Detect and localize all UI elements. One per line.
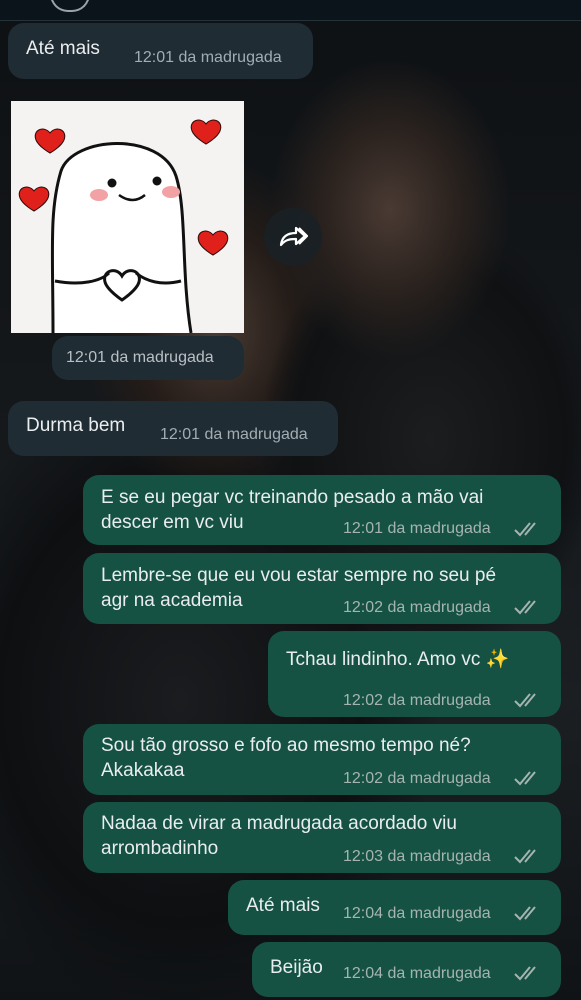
double-check-icon bbox=[514, 600, 536, 615]
message-time: 12:02 da madrugada bbox=[343, 599, 491, 616]
message-text: Tchau lindinho. Amo vc ✨ bbox=[286, 649, 510, 670]
message-text: Beijão bbox=[270, 957, 323, 978]
double-check-icon bbox=[514, 966, 536, 981]
forward-icon bbox=[279, 226, 308, 247]
message-text: Durma bem bbox=[26, 415, 126, 436]
heart-icon bbox=[190, 119, 222, 145]
message-time: 12:01 da madrugada bbox=[160, 426, 308, 443]
chat-header bbox=[0, 0, 581, 21]
message-time: 12:02 da madrugada bbox=[343, 770, 491, 787]
outgoing-message[interactable]: Nadaa de virar a madrugada acordado viu … bbox=[83, 802, 561, 873]
heart-icon bbox=[197, 230, 229, 256]
forward-button[interactable] bbox=[264, 208, 322, 266]
sticker-drawing bbox=[18, 119, 229, 334]
outgoing-message[interactable]: Beijão 12:04 da madrugada bbox=[252, 942, 561, 997]
outgoing-message[interactable]: Tchau lindinho. Amo vc ✨ 12:02 da madrug… bbox=[268, 631, 561, 717]
double-check-icon bbox=[514, 906, 536, 921]
double-check-icon bbox=[514, 771, 536, 786]
outgoing-message[interactable]: Lembre-se que eu vou estar sempre no seu… bbox=[83, 553, 561, 624]
message-time: 12:04 da madrugada bbox=[343, 905, 491, 922]
sticker-timestamp: 12:01 da madrugada bbox=[52, 336, 244, 380]
message-time: 12:01 da madrugada bbox=[134, 49, 282, 66]
message-text: Até mais bbox=[246, 895, 320, 916]
heart-icon bbox=[34, 128, 66, 154]
incoming-message[interactable]: Durma bem 12:01 da madrugada bbox=[8, 401, 338, 456]
outgoing-message[interactable]: Sou tão grosso e fofo ao mesmo tempo né?… bbox=[83, 724, 561, 795]
message-time: 12:01 da madrugada bbox=[343, 520, 491, 537]
message-time: 12:01 da madrugada bbox=[66, 349, 214, 366]
heart-icon bbox=[18, 186, 50, 212]
outgoing-message[interactable]: E se eu pegar vc treinando pesado a mão … bbox=[83, 475, 561, 545]
double-check-icon bbox=[514, 522, 536, 537]
double-check-icon bbox=[514, 849, 536, 864]
message-time: 12:03 da madrugada bbox=[343, 848, 491, 865]
double-check-icon bbox=[514, 693, 536, 708]
incoming-message[interactable]: Até mais 12:01 da madrugada bbox=[8, 23, 313, 79]
message-text: Até mais bbox=[26, 38, 100, 59]
message-time: 12:04 da madrugada bbox=[343, 965, 491, 982]
message-time: 12:02 da madrugada bbox=[343, 692, 491, 709]
outgoing-message[interactable]: Até mais 12:04 da madrugada bbox=[228, 880, 561, 935]
flork-heart-sticker[interactable] bbox=[11, 101, 244, 334]
contact-avatar[interactable] bbox=[50, 0, 90, 12]
